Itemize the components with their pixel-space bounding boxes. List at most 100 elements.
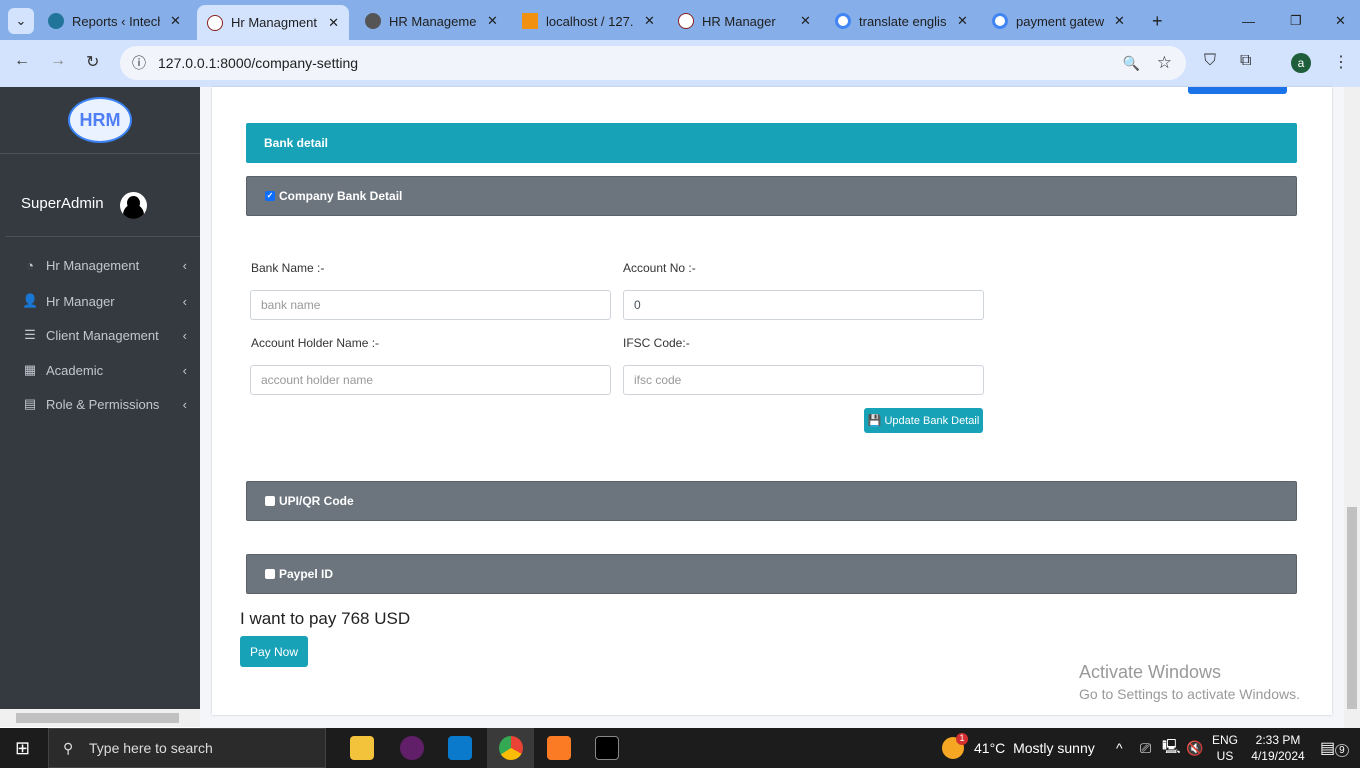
chevron-left-icon: ‹ xyxy=(182,293,187,309)
search-icon: ⚲ xyxy=(63,739,74,756)
chevron-left-icon: ‹ xyxy=(182,362,187,378)
url-input[interactable]: ⓘ 127.0.0.1:8000/company-setting 🔍 ☆ xyxy=(120,46,1186,80)
dashboard-gauge-icon: ◔ xyxy=(26,258,34,273)
slack-icon[interactable] xyxy=(400,736,424,760)
close-icon[interactable]: ✕ xyxy=(170,13,181,29)
close-window-button[interactable]: ✕ xyxy=(1325,6,1356,36)
main-content: Bank detail ✓ Company Bank Detail Bank Na… xyxy=(200,87,1344,728)
hrm-logo[interactable]: HRM xyxy=(68,97,132,143)
close-icon[interactable]: ✕ xyxy=(644,13,655,29)
tab-localhost[interactable]: localhost / 127.0 ✕ xyxy=(512,6,665,36)
paypal-toggle[interactable]: Paypel ID xyxy=(246,554,1297,594)
zoom-icon[interactable]: 🔍 xyxy=(1123,55,1140,72)
sidebar-horizontal-scrollbar[interactable] xyxy=(0,709,200,727)
browser-tab-bar: ⌄ Reports ‹ Intech ✕ Hr Managment ✕ HR Man… xyxy=(0,0,1360,40)
shield-icon[interactable]: ⛉ xyxy=(1204,52,1216,70)
ifsc-input[interactable] xyxy=(623,365,984,395)
account-no-input[interactable] xyxy=(623,290,984,320)
scrollbar-thumb[interactable] xyxy=(1347,507,1357,709)
bank-name-label: Bank Name :- xyxy=(251,261,325,275)
close-icon[interactable]: ✕ xyxy=(800,13,811,29)
new-tab-button[interactable]: + xyxy=(1142,6,1173,36)
windows-start-icon[interactable]: ⊞ xyxy=(15,738,30,759)
weather-sunny-icon: 1 xyxy=(942,733,968,759)
restore-button[interactable]: ❐ xyxy=(1280,6,1312,36)
sidebar-item-client-management[interactable]: ☰ Client Management ‹ xyxy=(22,327,187,343)
forward-icon[interactable]: → xyxy=(50,52,66,70)
chrome-icon xyxy=(499,736,523,760)
tab-reports[interactable]: Reports ‹ Intech ✕ xyxy=(38,6,191,36)
globe-icon xyxy=(365,13,381,29)
menu-icon[interactable]: ⋮ xyxy=(1333,52,1349,72)
sidebar-item-academic[interactable]: ▦ Academic ‹ xyxy=(22,362,187,378)
company-bank-checkbox[interactable]: ✓ xyxy=(265,191,275,201)
taskbar-search-input[interactable]: ⚲ Type here to search xyxy=(48,728,326,768)
language-indicator[interactable]: ENG US xyxy=(1212,732,1238,764)
divider xyxy=(6,236,200,237)
file-explorer-icon[interactable] xyxy=(350,736,374,760)
wordpress-icon xyxy=(48,13,64,29)
scrollbar-thumb[interactable] xyxy=(16,713,179,723)
tab-hr-management[interactable]: HR Managemen ✕ xyxy=(355,6,508,36)
user-avatar[interactable] xyxy=(120,192,147,219)
pay-now-button[interactable]: Pay Now xyxy=(240,636,308,667)
sidebar-item-role-permissions[interactable]: ▤ Role & Permissions ‹ xyxy=(22,396,187,412)
upi-checkbox[interactable] xyxy=(265,496,275,506)
user-name[interactable]: SuperAdmin xyxy=(21,195,104,212)
sidebar: HRM SuperAdmin ◔ Hr Management ‹ 👤 Hr Manag… xyxy=(0,87,200,709)
calendar-icon: ▦ xyxy=(23,362,37,377)
top-button-partial[interactable] xyxy=(1188,87,1287,94)
meet-now-icon[interactable]: ⎚ xyxy=(1140,728,1151,768)
profile-avatar[interactable]: a xyxy=(1291,53,1311,73)
phpmyadmin-icon xyxy=(522,13,538,29)
company-bank-detail-toggle[interactable]: ✓ Company Bank Detail xyxy=(246,176,1297,216)
volume-muted-icon[interactable]: 🔇 xyxy=(1186,728,1203,768)
upi-qr-toggle[interactable]: UPI/QR Code xyxy=(246,481,1297,521)
tab-payment[interactable]: payment gatew ✕ xyxy=(982,6,1135,36)
hr-favicon-icon xyxy=(678,13,694,29)
close-icon[interactable]: ✕ xyxy=(957,13,968,29)
sidebar-item-hr-manager[interactable]: 👤 Hr Manager ‹ xyxy=(22,293,187,309)
chevron-left-icon: ‹ xyxy=(182,327,187,343)
clock[interactable]: 2:33 PM 4/19/2024 xyxy=(1246,732,1310,764)
close-icon[interactable]: ✕ xyxy=(328,15,339,31)
weather-widget[interactable]: 1 41°C Mostly sunny xyxy=(942,728,1095,768)
xampp-icon[interactable] xyxy=(547,736,571,760)
paypal-checkbox[interactable] xyxy=(265,569,275,579)
page-vertical-scrollbar[interactable] xyxy=(1344,87,1360,728)
chevron-left-icon: ‹ xyxy=(182,396,187,412)
account-no-label: Account No :- xyxy=(623,261,696,275)
list-check-icon: ☰ xyxy=(24,327,36,342)
tab-hr-manager[interactable]: HR Manager ✕ xyxy=(668,6,821,36)
windows-taskbar: ⊞ ⚲ Type here to search 1 41°C Mostly sunn… xyxy=(0,728,1360,768)
bank-name-input[interactable] xyxy=(250,290,611,320)
extensions-icon[interactable]: ⧉ xyxy=(1240,52,1251,70)
user-icon: 👤 xyxy=(22,293,39,308)
account-holder-input[interactable] xyxy=(250,365,611,395)
back-icon[interactable]: ← xyxy=(14,52,30,70)
sidebar-item-hr-management[interactable]: ◔ Hr Management ‹ xyxy=(22,258,187,273)
update-bank-detail-button[interactable]: 💾 Update Bank Detail xyxy=(864,408,983,433)
terminal-icon[interactable] xyxy=(595,736,619,760)
pay-amount-text: I want to pay 768 USD xyxy=(240,609,411,628)
chevron-up-icon[interactable]: ^ xyxy=(1116,728,1123,768)
minimize-button[interactable]: — xyxy=(1232,6,1265,36)
divider xyxy=(0,153,200,154)
tab-hr-managment[interactable]: Hr Managment ✕ xyxy=(197,5,349,40)
tab-search-button[interactable]: ⌄ xyxy=(8,8,34,34)
save-icon: 💾 xyxy=(867,415,885,427)
account-holder-label: Account Holder Name :- xyxy=(251,336,380,350)
close-icon[interactable]: ✕ xyxy=(487,13,498,29)
bookmark-star-icon[interactable]: ☆ xyxy=(1157,53,1172,73)
reload-icon[interactable]: ↻ xyxy=(86,52,99,72)
tab-translate[interactable]: translate englis ✕ xyxy=(825,6,978,36)
site-info-icon[interactable]: ⓘ xyxy=(132,53,146,73)
activate-windows-watermark: Activate Windows Go to Settings to activa… xyxy=(1079,662,1300,702)
vscode-icon[interactable] xyxy=(448,736,472,760)
close-icon[interactable]: ✕ xyxy=(1114,13,1125,29)
chrome-taskbar-button[interactable] xyxy=(487,728,534,768)
settings-card: Bank detail ✓ Company Bank Detail Bank Na… xyxy=(212,87,1332,715)
notifications-icon[interactable]: ▤ 9 xyxy=(1320,738,1349,758)
network-icon[interactable]: 🖳 xyxy=(1162,728,1181,768)
hr-favicon-icon xyxy=(207,14,223,31)
